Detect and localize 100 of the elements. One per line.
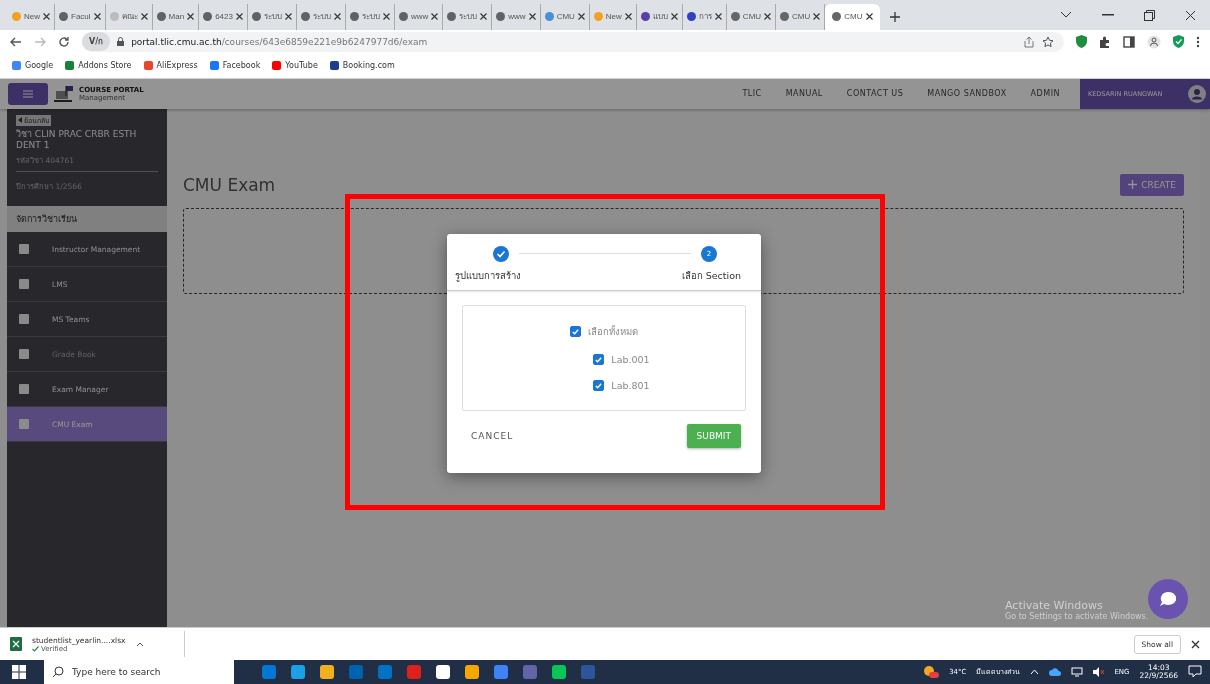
close-icon[interactable]: [577, 13, 585, 21]
minimize-icon[interactable]: [1102, 14, 1114, 17]
bookmark-link[interactable]: Google: [12, 61, 54, 71]
side-panel-icon[interactable]: [1123, 35, 1135, 48]
notification-icon[interactable]: [1188, 665, 1202, 679]
bookmark-link[interactable]: YouTube: [272, 61, 318, 71]
check-icon: [594, 354, 604, 365]
browser-tab[interactable]: การ: [682, 3, 727, 30]
star-icon[interactable]: [1042, 35, 1054, 48]
cloud-icon[interactable]: [1049, 668, 1062, 676]
favicon-icon: [593, 12, 603, 22]
close-icon[interactable]: [140, 13, 148, 21]
favicon-icon: [398, 12, 408, 22]
browser-tab[interactable]: ระบบ: [345, 3, 395, 30]
browser-tab[interactable]: CMU: [825, 3, 880, 30]
close-icon[interactable]: [1185, 9, 1196, 21]
windows-start-icon[interactable]: [12, 665, 26, 679]
bookmark-link[interactable]: Booking.com: [329, 61, 395, 71]
share-icon[interactable]: [1023, 35, 1035, 48]
speaker-icon[interactable]: [1093, 667, 1105, 677]
close-icon[interactable]: [1191, 639, 1200, 649]
shield-check-icon[interactable]: [1173, 35, 1184, 49]
favicon-icon: [447, 12, 457, 22]
close-icon[interactable]: [284, 13, 292, 21]
browser-tab[interactable]: New: [8, 3, 55, 30]
address-bar[interactable]: V/ก portal.tlic.cmu.ac.th/courses/643e6859e221e9b6247977d6/exam: [82, 31, 1064, 52]
menu-item-icon: [18, 418, 30, 431]
close-icon[interactable]: [714, 13, 722, 21]
close-icon[interactable]: [43, 13, 50, 21]
bookmark-link[interactable]: Addons Store: [65, 61, 132, 71]
close-icon[interactable]: [764, 13, 772, 21]
browser-tab[interactable]: www: [394, 3, 444, 30]
browser-tab[interactable]: New: [589, 3, 637, 30]
section-header: จัดการวิชาเรียน: [7, 206, 167, 233]
profile-icon[interactable]: [1147, 34, 1161, 49]
nav-link[interactable]: ADMIN: [1030, 89, 1060, 99]
chevron-up-icon[interactable]: [135, 641, 144, 647]
spreadsheet-icon: [10, 637, 22, 652]
avatar-icon: [1188, 84, 1206, 103]
favicon-icon: [59, 12, 68, 22]
close-icon[interactable]: [382, 13, 390, 21]
favicon-icon: [156, 12, 166, 22]
browser-tab[interactable]: ระบบ: [247, 3, 297, 30]
bookmark-link[interactable]: AliExpress: [143, 61, 198, 71]
browser-tab[interactable]: ระบบ: [443, 3, 493, 30]
tray-chevron-icon[interactable]: [1030, 669, 1040, 675]
nav-link[interactable]: CONTACT US: [846, 89, 904, 99]
close-icon[interactable]: [865, 13, 873, 21]
network-icon[interactable]: [1071, 667, 1084, 677]
close-icon[interactable]: [670, 13, 678, 21]
close-icon[interactable]: [333, 13, 341, 21]
nav-link[interactable]: MANUAL: [785, 89, 823, 99]
check-icon: [594, 380, 604, 391]
close-icon[interactable]: [187, 13, 195, 21]
taskbar-search-field[interactable]: Type here to search: [44, 660, 234, 684]
puzzle-icon[interactable]: [1099, 35, 1111, 48]
close-icon[interactable]: [235, 13, 243, 21]
cancel-button[interactable]: CANCEL: [471, 430, 514, 441]
favicon-icon: [496, 12, 506, 22]
close-icon[interactable]: [624, 13, 632, 21]
shield-icon[interactable]: [1076, 35, 1087, 49]
page-title: CMU Exam: [183, 174, 276, 195]
translate-badge[interactable]: V/ก: [82, 32, 111, 52]
browser-tab[interactable]: Facul: [55, 3, 106, 30]
section-checkbox[interactable]: Lab.001: [593, 354, 650, 366]
course-name: วิชา CLIN PRAC CRBR ESTH DENT 1: [16, 128, 138, 152]
weather-icon[interactable]: [923, 665, 940, 679]
section-checkbox[interactable]: Lab.801: [593, 380, 650, 392]
browser-tab[interactable]: CMU: [726, 3, 777, 30]
select-all-checkbox[interactable]: เลือกทั้งหมด: [570, 324, 638, 340]
new-tab-icon[interactable]: [889, 11, 900, 22]
browser-tab[interactable]: คณะ: [105, 3, 153, 30]
activation-title: Activate Windows: [1005, 598, 1104, 612]
chevron-down-icon[interactable]: [1060, 11, 1072, 20]
reload-icon[interactable]: [58, 35, 70, 48]
menu-item-icon: [18, 313, 30, 326]
browser-tab[interactable]: แบบ: [636, 3, 683, 30]
browser-tab[interactable]: www: [492, 3, 541, 30]
bookmark-link[interactable]: Facebook: [209, 61, 261, 71]
restore-icon[interactable]: [1144, 9, 1155, 21]
kebab-menu-icon[interactable]: [1196, 35, 1200, 48]
chat-button[interactable]: [1148, 578, 1188, 619]
back-arrow-icon[interactable]: [10, 36, 22, 47]
menu-button[interactable]: [8, 82, 48, 105]
close-icon[interactable]: [93, 13, 101, 21]
lock-icon: [117, 37, 125, 47]
caret-left-icon: [18, 117, 22, 124]
browser-tab[interactable]: CMU: [540, 3, 590, 30]
favicon-icon: [686, 12, 696, 22]
browser-tab[interactable]: 6423: [199, 3, 248, 30]
nav-link[interactable]: MANGO SANDBOX: [927, 89, 1007, 99]
close-icon[interactable]: [528, 13, 536, 21]
browser-tab[interactable]: Man: [152, 3, 200, 30]
close-icon[interactable]: [813, 13, 821, 21]
browser-tab[interactable]: ระบบ: [296, 3, 346, 30]
close-icon[interactable]: [480, 13, 488, 21]
nav-link[interactable]: TLIC: [742, 89, 762, 99]
favicon-icon: [832, 12, 842, 22]
favicon-icon: [640, 12, 650, 22]
close-icon[interactable]: [431, 13, 439, 21]
